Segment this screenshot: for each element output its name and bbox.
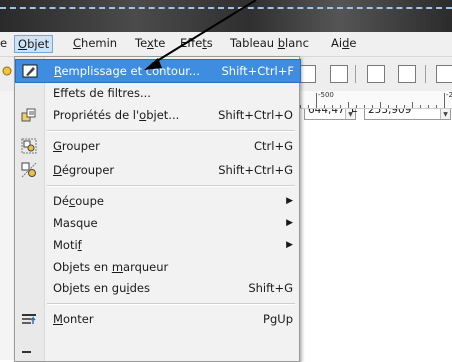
menu-item-filter-effects[interactable]: Effets de filtres... xyxy=(15,82,299,104)
tool-strip-icon[interactable] xyxy=(2,62,12,80)
submenu-arrow-icon: ▶ xyxy=(286,218,293,228)
menu-item-raise[interactable]: Monter PgUp xyxy=(15,308,299,330)
menu-item-label: Dégrouper xyxy=(53,163,115,177)
ruler-tick xyxy=(316,93,317,108)
object-properties-icon xyxy=(21,108,36,122)
menu-separator xyxy=(47,303,295,305)
ruler-tick xyxy=(308,105,309,108)
ruler-tick xyxy=(332,105,333,108)
menu-item-label: Grouper xyxy=(53,139,100,153)
ruler-tick xyxy=(412,102,413,108)
menu-item-label: Objets en marqueur xyxy=(53,260,169,274)
menu-item-fill-and-stroke[interactable]: Remplissage et contour... Shift+Ctrl+F xyxy=(15,59,301,83)
ruler-tick xyxy=(388,105,389,108)
ruler-tick xyxy=(428,105,429,108)
ruler-tick xyxy=(444,93,445,108)
ruler-tick xyxy=(380,102,381,108)
ruler-label: -2 xyxy=(446,91,452,99)
menu-tableau-blanc[interactable]: Tableau blanc xyxy=(227,35,312,52)
menu-item-mask[interactable]: Masque ▶ xyxy=(15,212,299,234)
ruler-tick xyxy=(364,105,365,108)
ruler-tick xyxy=(348,102,349,108)
menu-bar: e Objet Chemin Texte Effets Tableau blan… xyxy=(0,32,452,57)
ruler-tick xyxy=(356,105,357,108)
menu-item-label: Remplissage et contour... xyxy=(54,64,200,78)
menu-item-objects-to-guides[interactable]: Objets en guides Shift+G xyxy=(15,277,299,299)
menu-item-shortcut: Shift+G xyxy=(248,281,293,295)
toolbar-group-icon[interactable] xyxy=(367,65,385,83)
menu-item-next-partial[interactable] xyxy=(15,339,299,361)
menu-item-label: Monter xyxy=(53,312,94,326)
ungroup-icon xyxy=(21,162,37,178)
fill-stroke-icon xyxy=(22,64,38,78)
submenu-arrow-icon: ▶ xyxy=(286,196,293,206)
toolbar-tool-icon[interactable] xyxy=(436,65,452,83)
ruler-label: -500 xyxy=(318,91,334,99)
menu-item-shortcut: Shift+Ctrl+G xyxy=(218,163,293,177)
raise-icon xyxy=(22,314,36,324)
ruler-tick xyxy=(340,105,341,108)
menu-item-ungroup[interactable]: Dégrouper Shift+Ctrl+G xyxy=(15,159,299,181)
menu-item-shortcut: PgUp xyxy=(263,312,293,326)
lower-to-bottom-icon[interactable] xyxy=(330,65,348,83)
toolbar-ungroup-icon[interactable] xyxy=(398,65,416,83)
menu-chemin[interactable]: Chemin xyxy=(70,35,120,52)
submenu-arrow-icon: ▶ xyxy=(286,240,293,250)
ruler-tick xyxy=(404,105,405,108)
menu-item-shortcut: Shift+Ctrl+F xyxy=(221,64,295,78)
toolbar-separator xyxy=(425,65,426,83)
selection-dash-line xyxy=(0,7,452,9)
ruler-tick xyxy=(396,105,397,108)
menu-texte[interactable]: Texte xyxy=(132,35,168,52)
menu-item-pattern[interactable]: Motif ▶ xyxy=(15,234,299,256)
menu-item-clip[interactable]: Découpe ▶ xyxy=(15,190,299,212)
ruler-tick xyxy=(436,105,437,108)
menu-partial-e[interactable]: e xyxy=(0,35,10,52)
menu-item-label: Masque xyxy=(53,216,98,230)
menu-item-group[interactable]: Grouper Ctrl+G xyxy=(15,135,299,157)
menu-item-label: Propriétés de l'objet... xyxy=(53,108,180,122)
menu-item-label: Objets en guides xyxy=(53,281,150,295)
left-tool-strip xyxy=(0,91,14,360)
menu-objet[interactable]: Objet xyxy=(14,35,54,53)
menu-aide[interactable]: Aide xyxy=(328,35,359,52)
menu-separator xyxy=(47,185,295,187)
ruler-tick xyxy=(420,105,421,108)
menu-item-shortcut: Shift+Ctrl+O xyxy=(218,108,293,122)
menu-item-label: Motif xyxy=(53,238,82,252)
objet-dropdown-menu: Remplissage et contour... Shift+Ctrl+F E… xyxy=(14,56,301,362)
ruler-tick xyxy=(372,105,373,108)
ruler-tick xyxy=(324,105,325,108)
toolbar-separator xyxy=(355,65,356,83)
menu-effets[interactable]: Effets xyxy=(177,35,216,52)
menu-item-shortcut: Ctrl+G xyxy=(253,139,293,153)
ruler-tick xyxy=(300,105,301,108)
window-title-area xyxy=(0,0,452,32)
group-icon xyxy=(21,138,37,154)
menu-item-objects-to-marker[interactable]: Objets en marqueur xyxy=(15,256,299,278)
menu-separator xyxy=(47,130,295,132)
lower-icon xyxy=(22,351,31,353)
menu-item-object-properties[interactable]: Propriétés de l'objet... Shift+Ctrl+O xyxy=(15,104,299,126)
menu-item-label: Effets de filtres... xyxy=(53,86,151,100)
menu-item-label: Découpe xyxy=(53,194,104,208)
